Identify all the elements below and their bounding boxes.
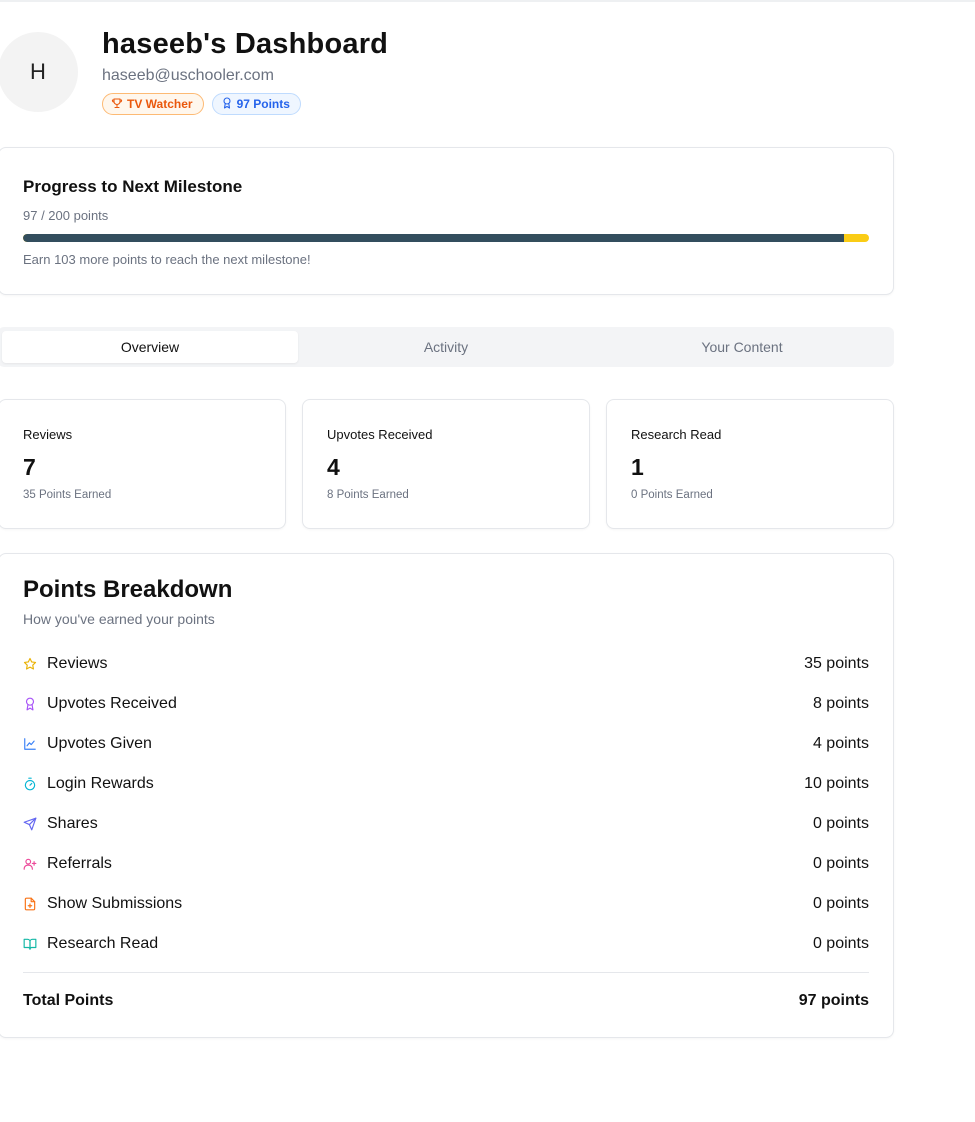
stat-points-earned: 35 Points Earned [23,489,112,501]
breakdown-row-research-read: Research Read 0 points [23,924,869,964]
breakdown-value: 4 points [812,735,869,752]
stat-points-earned: 0 Points Earned [631,489,713,501]
points-badge: 97 Points [211,93,301,115]
top-divider [0,0,975,2]
breakdown-row-referrals: Referrals 0 points [23,844,869,884]
stat-label: Reviews [23,427,73,442]
total-points-value: 97 points [798,992,869,1009]
progress-title: Progress to Next Milestone [23,177,243,196]
breakdown-row-login-rewards: Login Rewards 10 points [23,764,869,804]
tab-your-content[interactable]: Your Content [594,331,890,363]
file-plus-icon [23,897,37,911]
breakdown-list: Reviews 35 points Upvotes Received 8 poi… [23,644,869,964]
breakdown-label: Login Rewards [47,775,154,792]
trending-up-icon [23,737,37,751]
badge-label: 97 Points [236,97,290,111]
breakdown-value: 0 points [812,815,869,832]
breakdown-label: Research Read [47,935,159,952]
breakdown-label: Referrals [47,855,112,872]
breakdown-divider [23,972,869,973]
stat-card-reviews: Reviews 7 35 Points Earned [0,399,286,529]
breakdown-label: Shares [47,815,98,832]
progress-bar-fill [23,234,844,242]
breakdown-value: 0 points [812,935,869,952]
breakdown-value: 0 points [812,895,869,912]
breakdown-label: Upvotes Given [47,735,152,752]
breakdown-row-reviews: Reviews 35 points [23,644,869,684]
breakdown-row-shares: Shares 0 points [23,804,869,844]
stat-points-earned: 8 Points Earned [327,489,409,501]
total-points-label: Total Points [23,992,114,1009]
badge-row: TV Watcher 97 Points [102,93,301,115]
progress-message: Earn 103 more points to reach the next m… [23,252,311,267]
page-title: haseeb's Dashboard [102,28,389,60]
badge-label: TV Watcher [127,97,193,111]
send-icon [23,817,37,831]
stat-value: 1 [631,454,644,480]
stat-label: Research Read [631,427,722,442]
progress-bar [23,234,869,242]
user-plus-icon [23,857,37,871]
book-open-icon [23,937,37,951]
tab-bar: Overview Activity Your Content [0,327,894,367]
stat-value: 4 [327,454,340,480]
breakdown-label: Show Submissions [47,895,183,912]
breakdown-label: Reviews [47,655,108,672]
tab-activity[interactable]: Activity [298,331,594,363]
timer-icon [23,777,37,791]
tab-overview[interactable]: Overview [2,331,298,363]
trophy-icon [111,97,123,112]
progress-points-text: 97 / 200 points [23,208,109,223]
tv-watcher-badge: TV Watcher [102,93,204,115]
avatar: H [0,32,78,112]
stat-label: Upvotes Received [327,427,433,442]
breakdown-value: 8 points [812,695,869,712]
breakdown-value: 10 points [804,775,869,792]
stat-value: 7 [23,454,36,480]
breakdown-subtitle: How you've earned your points [23,611,215,627]
breakdown-value: 0 points [812,855,869,872]
stat-card-upvotes-received: Upvotes Received 4 8 Points Earned [302,399,590,529]
breakdown-label: Upvotes Received [47,695,177,712]
breakdown-row-upvotes-received: Upvotes Received 8 points [23,684,869,724]
award-icon [23,697,37,711]
breakdown-row-upvotes-given: Upvotes Given 4 points [23,724,869,764]
breakdown-row-show-submissions: Show Submissions 0 points [23,884,869,924]
stat-card-research-read: Research Read 1 0 Points Earned [606,399,894,529]
breakdown-value: 35 points [804,655,869,672]
breakdown-title: Points Breakdown [23,576,233,603]
star-icon [23,657,37,671]
points-breakdown-card: Points Breakdown How you've earned your … [0,553,894,1038]
user-email: haseeb@uschooler.com [102,67,274,84]
progress-card: Progress to Next Milestone 97 / 200 poin… [0,147,894,295]
award-icon [221,96,233,112]
